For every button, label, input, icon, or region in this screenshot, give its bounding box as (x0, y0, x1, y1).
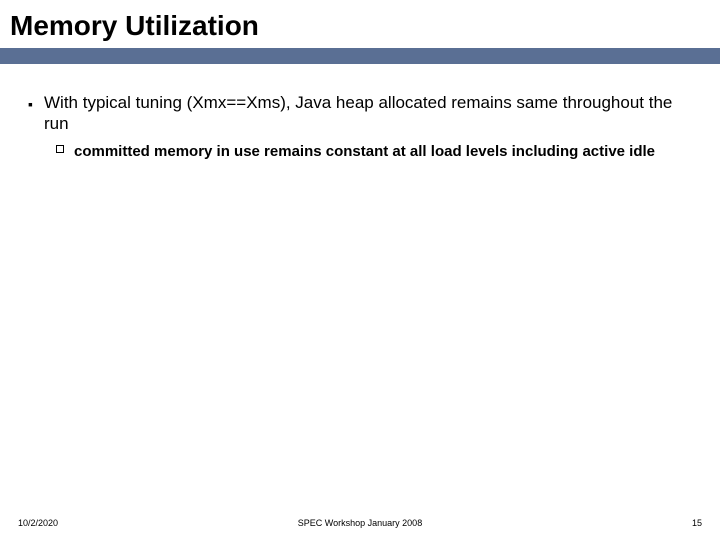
title-band: Memory Utilization (0, 0, 720, 64)
footer-center: SPEC Workshop January 2008 (0, 518, 720, 528)
hollow-square-bullet-icon (54, 145, 66, 157)
bullet-level2-text: committed memory in use remains constant… (74, 142, 655, 161)
footer-date: 10/2/2020 (18, 518, 58, 528)
footer-page-number: 15 (692, 518, 702, 528)
slide-title: Memory Utilization (10, 10, 710, 42)
slide: Memory Utilization ▪ With typical tuning… (0, 0, 720, 540)
slide-footer: 10/2/2020 SPEC Workshop January 2008 15 (0, 518, 720, 528)
slide-body: ▪ With typical tuning (Xmx==Xms), Java h… (0, 64, 720, 540)
bullet-level2: committed memory in use remains constant… (54, 142, 692, 161)
bullet-level1-text: With typical tuning (Xmx==Xms), Java hea… (44, 92, 692, 134)
bullet-level1: ▪ With typical tuning (Xmx==Xms), Java h… (28, 92, 692, 134)
square-bullet-icon: ▪ (28, 94, 38, 114)
title-white-box: Memory Utilization (0, 0, 720, 48)
